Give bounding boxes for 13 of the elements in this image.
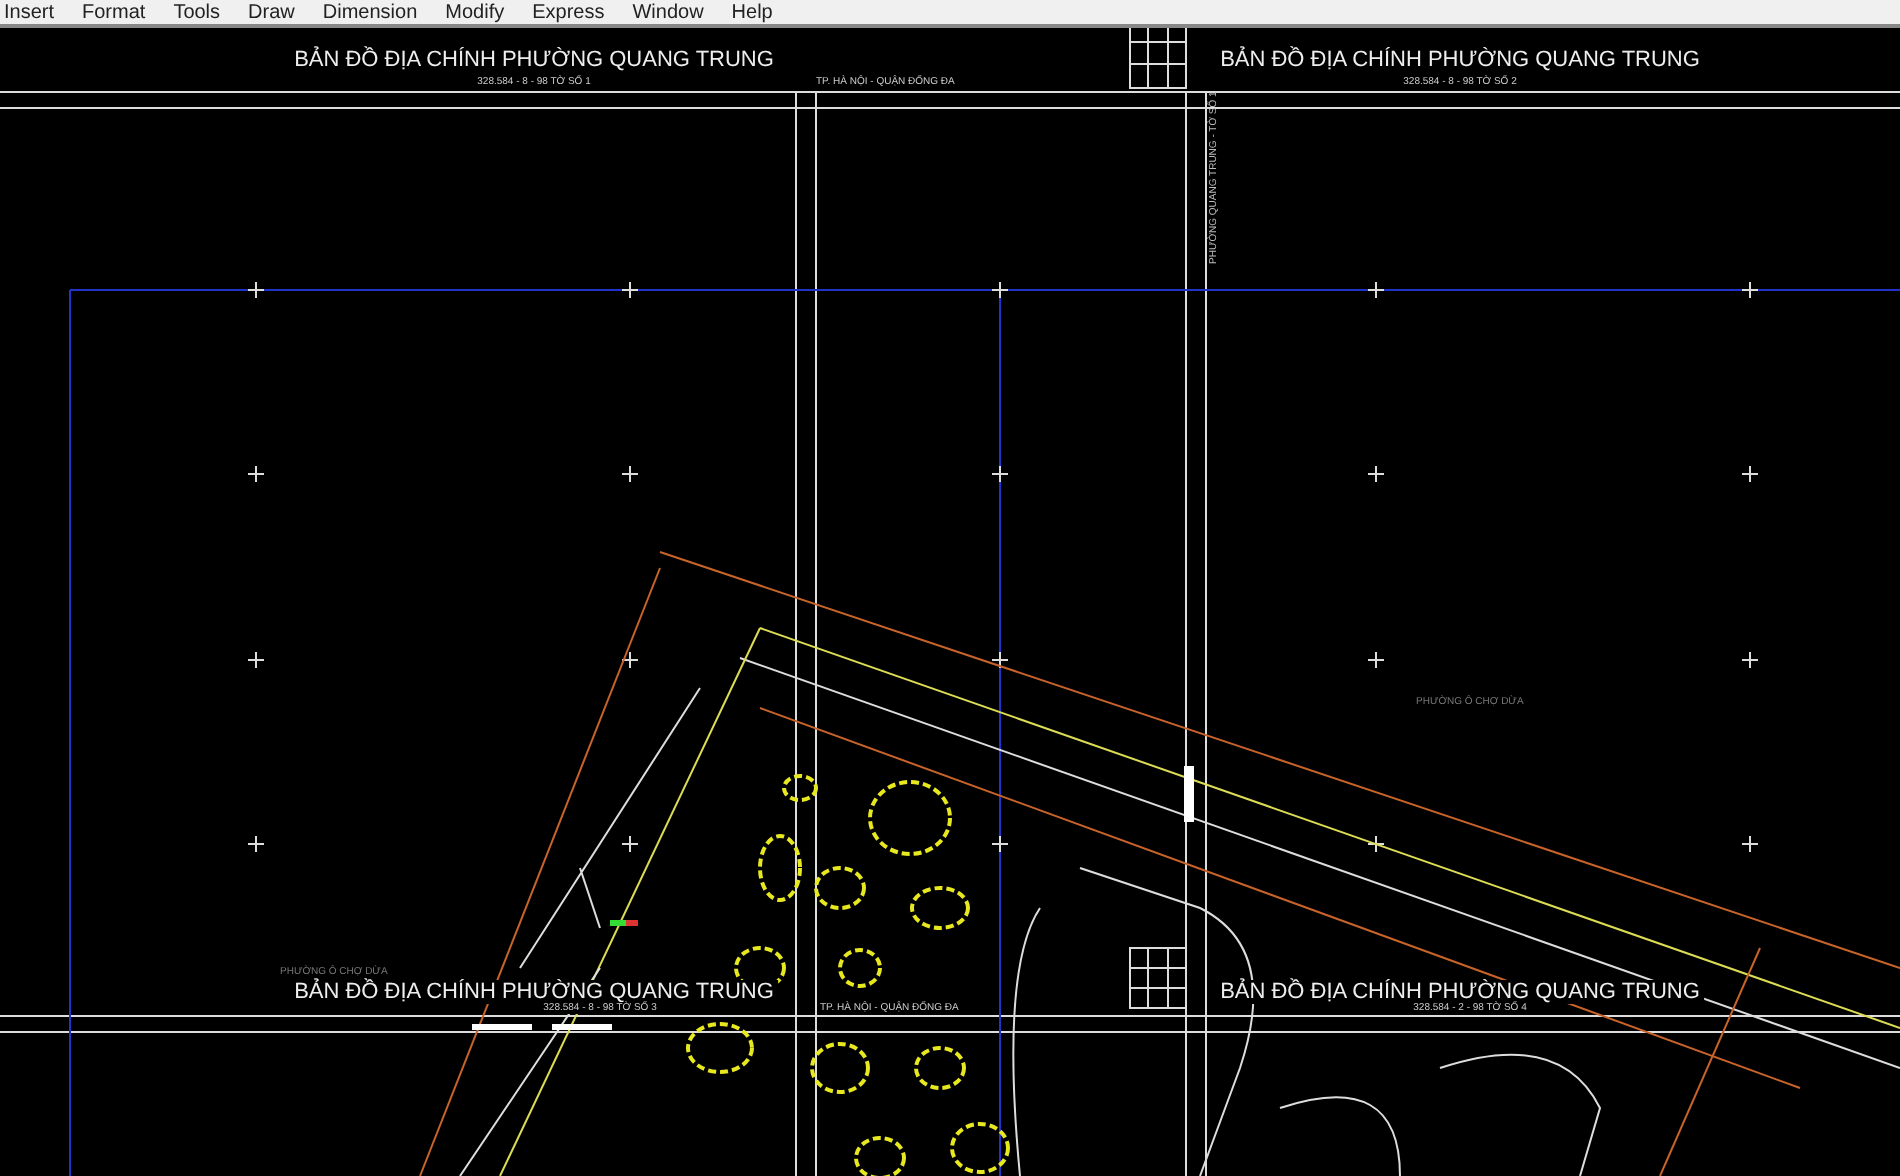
menu-item[interactable]: Express — [532, 4, 605, 24]
menu-item[interactable]: Dimension — [322, 4, 418, 24]
menu-item[interactable]: Window — [632, 4, 704, 24]
sheet-title: BẢN ĐỒ ĐỊA CHÍNH PHƯỜNG QUANG TRUNG — [1216, 48, 1704, 72]
menu-item[interactable]: Draw — [248, 4, 295, 24]
menu-item[interactable]: Insert — [4, 4, 55, 24]
sheet-title: BẢN ĐỒ ĐỊA CHÍNH PHƯỜNG QUANG TRUNG — [1216, 980, 1704, 1004]
menu-item[interactable]: Tools — [173, 4, 221, 24]
menu-item[interactable]: Modify — [445, 4, 505, 24]
menu-item[interactable]: Format — [82, 4, 146, 24]
menu-item[interactable]: Help — [731, 4, 773, 24]
sheet-title: BẢN ĐỒ ĐỊA CHÍNH PHƯỜNG QUANG TRUNG — [290, 48, 778, 72]
sheet-title: BẢN ĐỒ ĐỊA CHÍNH PHƯỜNG QUANG TRUNG — [290, 980, 778, 1004]
